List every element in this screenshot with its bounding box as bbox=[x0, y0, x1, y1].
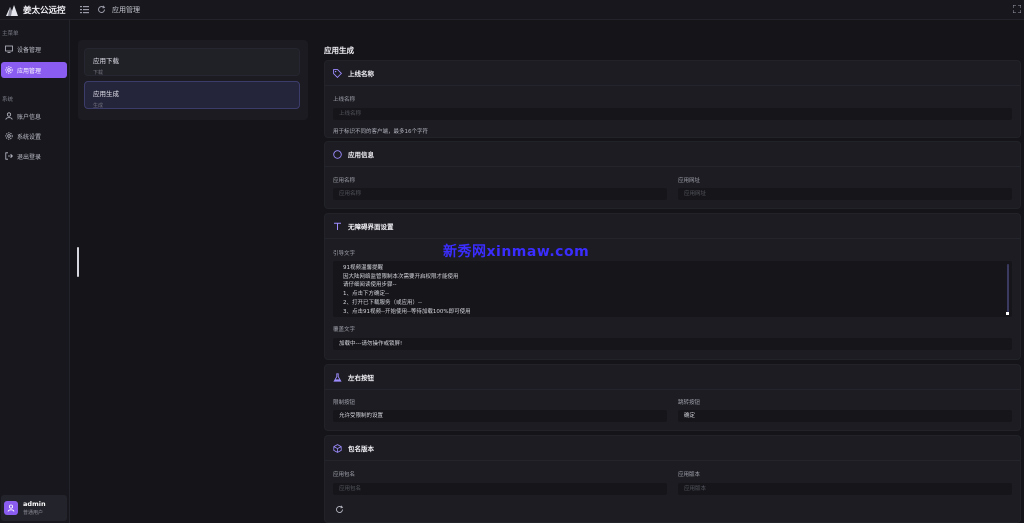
sidebar-item-label: 应用管理 bbox=[17, 67, 42, 75]
card-title: 包名版本 bbox=[348, 445, 374, 453]
guide-line: 3、点击91视频--开始使用--等待加载100%即可使用 bbox=[343, 308, 471, 315]
card-divider bbox=[325, 389, 1020, 390]
tag-icon bbox=[333, 68, 342, 78]
limit-button-input[interactable]: 允许受限制的设置 bbox=[333, 410, 667, 422]
list-item-generate[interactable]: 应用生成 生成 bbox=[84, 81, 300, 109]
card-online-name: 上线名称 上线名称 上线名称 用于标识不同的客户端，最多16个字符 bbox=[324, 60, 1021, 138]
section-label-system: 系统 bbox=[2, 97, 14, 103]
list-item-subtitle: 下载 bbox=[93, 70, 104, 76]
package-icon bbox=[333, 443, 342, 453]
app-version-input[interactable]: 应用版本 bbox=[678, 483, 1012, 495]
textarea-resize-handle[interactable] bbox=[1006, 312, 1009, 315]
package-name-label: 应用包名 bbox=[333, 472, 356, 478]
refresh-icon[interactable] bbox=[335, 505, 345, 515]
app-list-panel: 应用下载 下载 应用生成 生成 bbox=[78, 40, 308, 120]
online-name-hint: 用于标识不同的客户端，最多16个字符 bbox=[333, 129, 428, 135]
flask-icon bbox=[333, 372, 342, 382]
refresh-icon[interactable] bbox=[96, 5, 106, 15]
online-name-label: 上线名称 bbox=[333, 97, 356, 103]
list-item-title: 应用生成 bbox=[93, 90, 119, 98]
card-title: 应用信息 bbox=[348, 151, 374, 159]
panel-resize-handle[interactable] bbox=[77, 247, 79, 277]
list-item-download[interactable]: 应用下载 下载 bbox=[84, 48, 300, 76]
guide-text-label: 引导文字 bbox=[333, 251, 356, 257]
app-url-input[interactable]: 应用网址 bbox=[678, 188, 1012, 200]
app-url-label: 应用网址 bbox=[678, 178, 701, 184]
sidebar-item-system-settings[interactable]: 系统设置 bbox=[1, 128, 67, 144]
online-name-input[interactable]: 上线名称 bbox=[333, 108, 1012, 120]
card-app-info: 应用信息 应用名称 应用名称 应用网址 应用网址 bbox=[324, 141, 1021, 209]
mountain-logo-icon bbox=[6, 4, 18, 16]
settings-icon bbox=[5, 66, 13, 74]
app-root: 姜太公远控 应用管理 主菜单 设备管理 应用管理 系统 账户信息 系统设置 退出… bbox=[0, 0, 1024, 523]
sidebar-item-logout[interactable]: 退出登录 bbox=[1, 148, 67, 164]
logout-icon bbox=[5, 152, 13, 160]
user-name: admin bbox=[23, 500, 46, 508]
card-title: 无障碍界面设置 bbox=[348, 223, 394, 231]
package-name-input[interactable]: 应用包名 bbox=[333, 483, 667, 495]
app-logo[interactable]: 姜太公远控 bbox=[6, 4, 66, 16]
sidebar: 主菜单 设备管理 应用管理 系统 账户信息 系统设置 退出登录 admin 普通… bbox=[0, 20, 70, 523]
user-icon bbox=[5, 112, 13, 120]
limit-button-label: 限制按钮 bbox=[333, 400, 356, 406]
sidebar-item-label: 账户信息 bbox=[17, 113, 42, 121]
app-title: 姜太公远控 bbox=[23, 6, 66, 16]
overlay-text-input[interactable]: 加载中---请勿操作或锁屏! bbox=[333, 338, 1012, 350]
user-role: 普通用户 bbox=[23, 510, 44, 516]
watermark-text: 新秀网xinmaw.com bbox=[443, 244, 590, 260]
user-avatar-icon bbox=[7, 504, 15, 512]
info-circle-icon bbox=[333, 149, 342, 159]
page-title: 应用生成 bbox=[324, 46, 354, 55]
card-accessibility: 无障碍界面设置 引导文字 91视频温馨提醒 因大陆网络监管限制本次需要开启权限才… bbox=[324, 213, 1021, 360]
sidebar-item-apps[interactable]: 应用管理 bbox=[1, 62, 67, 78]
gear-icon bbox=[5, 132, 13, 140]
user-card[interactable]: admin 普通用户 bbox=[1, 495, 67, 521]
overlay-text-label: 覆盖文字 bbox=[333, 327, 356, 333]
textarea-scrollbar[interactable] bbox=[1007, 264, 1009, 312]
app-name-label: 应用名称 bbox=[333, 178, 356, 184]
app-name-input[interactable]: 应用名称 bbox=[333, 188, 667, 200]
guide-line: 91视频温馨提醒 bbox=[343, 265, 383, 271]
card-title: 左右按钮 bbox=[348, 374, 374, 382]
breadcrumb: 应用管理 bbox=[112, 6, 140, 14]
sidebar-item-label: 设备管理 bbox=[17, 46, 42, 54]
guide-text-textarea[interactable]: 91视频温馨提醒 因大陆网络监管限制本次需要开启权限才能使用 请仔细阅读使用步骤… bbox=[333, 261, 1012, 317]
section-label-main: 主菜单 bbox=[2, 31, 19, 37]
card-divider bbox=[325, 85, 1020, 86]
monitor-icon bbox=[5, 45, 13, 53]
card-divider bbox=[325, 238, 1020, 239]
card-title: 上线名称 bbox=[348, 70, 374, 78]
card-divider bbox=[325, 460, 1020, 461]
fullscreen-icon[interactable] bbox=[1012, 4, 1022, 15]
sidebar-item-label: 系统设置 bbox=[17, 133, 42, 141]
avatar bbox=[4, 501, 18, 515]
list-item-subtitle: 生成 bbox=[93, 103, 104, 109]
app-version-label: 应用版本 bbox=[678, 472, 701, 478]
guide-line: 因大陆网络监管限制本次需要开启权限才能使用 bbox=[343, 273, 459, 280]
text-type-icon bbox=[334, 222, 341, 230]
card-package: 包名版本 应用包名 应用包名 应用版本 应用版本 bbox=[324, 435, 1021, 523]
guide-line: 1、点击下方确定-- bbox=[343, 291, 389, 298]
list-item-title: 应用下载 bbox=[93, 57, 119, 65]
menu-icon[interactable] bbox=[79, 5, 89, 15]
guide-line: 2、打开已下载服务（或应用）-- bbox=[343, 299, 422, 306]
guide-line: 请仔细阅读使用步骤-- bbox=[343, 282, 397, 289]
jump-button-label: 跳转按钮 bbox=[678, 400, 701, 406]
sidebar-item-label: 退出登录 bbox=[17, 153, 42, 161]
sidebar-item-devices[interactable]: 设备管理 bbox=[1, 41, 67, 57]
jump-button-input[interactable]: 确定 bbox=[678, 410, 1012, 422]
top-bar: 姜太公远控 应用管理 bbox=[0, 0, 1024, 20]
card-divider bbox=[325, 166, 1020, 167]
sidebar-item-account[interactable]: 账户信息 bbox=[1, 108, 67, 124]
card-buttons: 左右按钮 限制按钮 允许受限制的设置 跳转按钮 确定 bbox=[324, 364, 1021, 431]
